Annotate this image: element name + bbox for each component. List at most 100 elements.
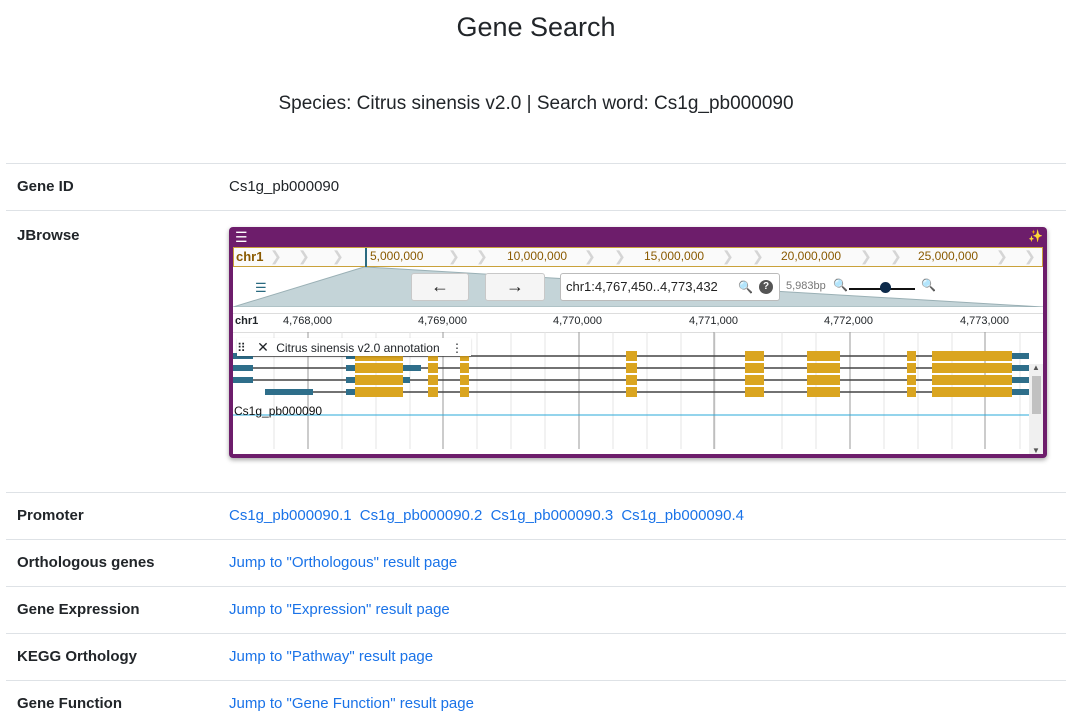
utr-block[interactable] <box>346 389 355 395</box>
jbrowse-viewer[interactable]: ☰ ✨ chr1 ❯ ❯ ❯ 5,000,000 ❯ ❯ 10,000,000 <box>229 227 1047 458</box>
more-vert-icon[interactable]: ⋮ <box>451 341 463 355</box>
gene-function-link[interactable]: Jump to "Gene Function" result page <box>229 695 474 712</box>
utr-block[interactable] <box>233 365 253 371</box>
gene-feature-label: Cs1g_pb000090 <box>234 404 322 418</box>
ruler-tick: 4,772,000 <box>824 315 873 327</box>
gene-info-table: Gene ID Cs1g_pb000090 JBrowse ☰ ✨ chr1 ❯… <box>6 163 1066 727</box>
overview-tick: 5,000,000 <box>370 249 423 263</box>
row-label-expression: Gene Expression <box>6 587 229 634</box>
track-label[interactable]: ⠿ ✕ Citrus sinensis v2.0 annotation ⋮ <box>237 338 471 356</box>
ruler-tick: 4,770,000 <box>553 315 602 327</box>
cds-exon[interactable] <box>355 375 403 385</box>
overview-scale-bar[interactable]: chr1 ❯ ❯ ❯ 5,000,000 ❯ ❯ 10,000,000 ❯ ❯ … <box>233 247 1043 267</box>
cds-exon[interactable] <box>626 387 637 397</box>
cds-exon[interactable] <box>428 375 438 385</box>
menu-icon[interactable]: ☰ <box>235 229 248 245</box>
utr-block[interactable] <box>1012 365 1029 371</box>
utr-block[interactable] <box>1012 353 1029 359</box>
track-title: Citrus sinensis v2.0 annotation <box>276 341 439 355</box>
arrow-right-icon: → <box>506 276 524 296</box>
drag-handle-icon[interactable]: ⠿ <box>237 341 246 355</box>
cds-exon[interactable] <box>907 351 916 361</box>
cds-exon[interactable] <box>460 375 469 385</box>
cds-exon[interactable] <box>355 363 403 373</box>
pan-right-button[interactable]: → <box>485 273 545 301</box>
utr-block[interactable] <box>1012 377 1029 383</box>
cds-exon[interactable] <box>355 387 403 397</box>
cds-exon[interactable] <box>807 363 840 373</box>
cds-exon[interactable] <box>907 387 916 397</box>
arrow-left-icon: ← <box>431 276 449 296</box>
table-row: JBrowse ☰ ✨ chr1 ❯ ❯ ❯ 5,000,000 ❯ <box>6 211 1066 493</box>
cds-exon[interactable] <box>807 351 840 361</box>
search-summary: Species: Citrus sinensis v2.0 | Search w… <box>0 93 1072 115</box>
overview-tick: 25,000,000 <box>918 249 978 263</box>
position-ruler: chr1 4,768,000 4,769,000 4,770,000 4,771… <box>233 313 1043 333</box>
pan-left-button[interactable]: ← <box>411 273 469 301</box>
kegg-link[interactable]: Jump to "Pathway" result page <box>229 648 433 665</box>
row-label-jbrowse: JBrowse <box>6 211 229 493</box>
overview-chr-label: chr1 <box>236 249 263 264</box>
page-title: Gene Search <box>0 12 1072 43</box>
location-search-input[interactable]: chr1:4,767,450..4,773,432 🔍 ? <box>560 273 780 301</box>
row-label-promoter: Promoter <box>6 493 229 540</box>
scrollbar-thumb[interactable] <box>1032 376 1041 414</box>
help-icon[interactable]: ? <box>759 280 773 294</box>
promoter-link[interactable]: Cs1g_pb000090.3 <box>491 507 614 524</box>
cds-exon[interactable] <box>626 351 637 361</box>
cds-exon[interactable] <box>932 375 1012 385</box>
cds-exon[interactable] <box>745 387 764 397</box>
ruler-tick: 4,768,000 <box>283 315 332 327</box>
cds-exon[interactable] <box>460 363 469 373</box>
search-icon[interactable]: 🔍 <box>738 274 753 300</box>
table-row: Orthologous genes Jump to "Orthologous" … <box>6 540 1066 587</box>
overview-region-highlight <box>365 248 367 267</box>
jbrowse-logo-icon: ✨ <box>1028 229 1043 243</box>
cds-exon[interactable] <box>428 363 438 373</box>
utr-block[interactable] <box>1012 389 1029 395</box>
row-label-gene-function: Gene Function <box>6 681 229 727</box>
cds-exon[interactable] <box>907 375 916 385</box>
cds-exon[interactable] <box>932 363 1012 373</box>
cds-exon[interactable] <box>626 363 637 373</box>
ruler-tick: 4,769,000 <box>418 315 467 327</box>
cds-exon[interactable] <box>932 351 1012 361</box>
utr-block[interactable] <box>233 377 253 383</box>
zoom-in-icon[interactable]: 🔍 <box>921 278 936 292</box>
ruler-chr-label: chr1 <box>235 315 258 327</box>
cds-exon[interactable] <box>807 387 840 397</box>
cds-exon[interactable] <box>807 375 840 385</box>
cds-exon[interactable] <box>745 375 764 385</box>
ruler-tick: 4,771,000 <box>689 315 738 327</box>
close-icon[interactable]: ✕ <box>257 339 269 355</box>
table-row: Gene Expression Jump to "Expression" res… <box>6 587 1066 634</box>
ruler-tick: 4,773,000 <box>960 315 1009 327</box>
cds-exon[interactable] <box>932 387 1012 397</box>
utr-block[interactable] <box>265 389 313 395</box>
promoter-link[interactable]: Cs1g_pb000090.4 <box>621 507 744 524</box>
row-label-kegg: KEGG Orthology <box>6 634 229 681</box>
overview-tick: 20,000,000 <box>781 249 841 263</box>
expression-link[interactable]: Jump to "Expression" result page <box>229 601 450 618</box>
cds-exon[interactable] <box>428 387 438 397</box>
zoom-out-icon[interactable]: 🔍 <box>833 278 848 292</box>
row-label-gene-id: Gene ID <box>6 164 229 211</box>
scroll-down-icon[interactable]: ▼ <box>1032 446 1040 455</box>
orthologous-link[interactable]: Jump to "Orthologous" result page <box>229 554 457 571</box>
track-selector-icon[interactable]: ☰ <box>255 280 267 296</box>
scroll-up-icon[interactable]: ▲ <box>1032 363 1040 372</box>
table-row: Promoter Cs1g_pb000090.1 Cs1g_pb000090.2… <box>6 493 1066 540</box>
table-row: Gene ID Cs1g_pb000090 <box>6 164 1066 211</box>
track-scrollbar[interactable]: ▲ ▼ <box>1029 364 1043 454</box>
cds-exon[interactable] <box>907 363 916 373</box>
cds-exon[interactable] <box>626 375 637 385</box>
gene-id-value: Cs1g_pb000090 <box>229 164 1066 211</box>
cds-exon[interactable] <box>745 363 764 373</box>
jbrowse-header: ☰ ✨ <box>229 227 1047 247</box>
overview-tick: 15,000,000 <box>644 249 704 263</box>
promoter-link[interactable]: Cs1g_pb000090.1 <box>229 507 352 524</box>
table-row: Gene Function Jump to "Gene Function" re… <box>6 681 1066 727</box>
cds-exon[interactable] <box>745 351 764 361</box>
cds-exon[interactable] <box>460 387 469 397</box>
promoter-link[interactable]: Cs1g_pb000090.2 <box>360 507 483 524</box>
